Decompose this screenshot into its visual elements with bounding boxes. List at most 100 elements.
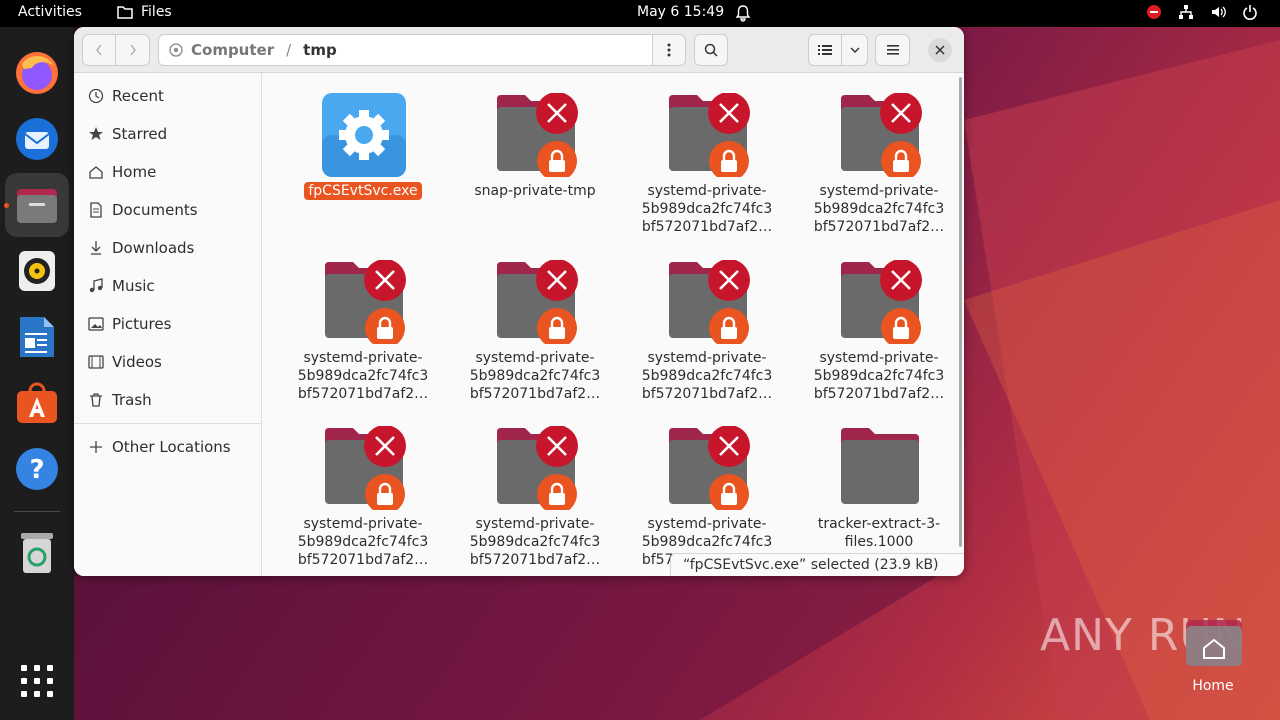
clock[interactable]: May 6 15:49 — [637, 4, 724, 20]
desktop-home-item[interactable]: Home — [1180, 618, 1246, 694]
files-window: Computer / tmp Recent Starred Home Docum… — [74, 27, 964, 576]
trash-icon — [88, 392, 104, 408]
chevron-left-icon — [96, 44, 102, 56]
file-item[interactable]: systemd-private-5b989dca2fc74fc3bf572071… — [283, 240, 443, 402]
view-options-button[interactable] — [841, 34, 868, 66]
thunderbird-launcher[interactable] — [5, 107, 69, 171]
file-item[interactable]: tracker-extract-3- files.1000 — [799, 406, 959, 566]
file-item[interactable]: systemd-private-5b989dca2fc74fc3bf572071… — [283, 406, 443, 568]
file-grid: fpCSEvtSvc.exe snap-private-tmp systemd-pr… — [263, 73, 964, 576]
files-launcher[interactable] — [5, 173, 69, 237]
locked-folder-icon — [669, 260, 750, 344]
libreoffice-writer-icon — [20, 317, 54, 357]
sidebar-item-recent[interactable]: Recent — [74, 79, 262, 113]
file-item[interactable]: systemd-private-5b989dca2fc74fc3bf572071… — [799, 240, 959, 402]
file-name-line: systemd-private- — [475, 516, 595, 532]
sidebar-item-label: Documents — [112, 201, 198, 219]
file-item[interactable]: systemd-private-5b989dca2fc74fc3bf572071… — [627, 73, 787, 235]
list-view-button[interactable] — [808, 34, 842, 66]
sidebar-item-videos[interactable]: Videos — [74, 345, 262, 379]
files-icon — [17, 189, 57, 223]
file-name: fpCSEvtSvc.exe — [283, 182, 443, 200]
breadcrumb-tmp[interactable]: tmp — [303, 41, 337, 59]
file-name-line: systemd-private- — [475, 350, 595, 366]
file-name-line: bf572071bd7af2… — [469, 386, 601, 402]
forward-button[interactable] — [115, 34, 150, 66]
file-item[interactable]: systemd-private-5b989dca2fc74fc3bf572071… — [455, 406, 615, 569]
header-bar: Computer / tmp — [74, 27, 964, 73]
close-button[interactable] — [928, 38, 952, 62]
help-launcher[interactable]: ? — [5, 437, 69, 501]
sidebar-item-music[interactable]: Music — [74, 269, 262, 303]
app-name: Files — [141, 4, 172, 20]
sidebar-item-downloads[interactable]: Downloads — [74, 231, 262, 265]
running-indicator — [4, 203, 9, 208]
sidebar-separator — [74, 423, 262, 424]
file-item[interactable]: systemd-private-5b989dca2fc74fc3bf572071… — [799, 73, 959, 236]
file-item[interactable]: snap-private-tmp — [455, 73, 615, 233]
back-button[interactable] — [82, 34, 116, 66]
clock-icon — [88, 88, 104, 104]
document-icon — [88, 202, 104, 218]
volume-icon — [1212, 6, 1226, 18]
svg-text:?: ? — [29, 455, 44, 485]
file-name-line: files.1000 — [844, 534, 914, 550]
file-name-line: 5b989dca2fc74fc3 — [641, 534, 773, 550]
locked-folder-icon — [497, 260, 578, 344]
file-name-line: 5b989dca2fc74fc3 — [297, 534, 429, 550]
app-menu[interactable]: Files — [117, 4, 172, 20]
bell-icon[interactable] — [735, 4, 751, 22]
sidebar-item-documents[interactable]: Documents — [74, 193, 262, 227]
music-icon — [88, 278, 104, 294]
list-view-icon — [818, 45, 832, 55]
file-name-line: 5b989dca2fc74fc3 — [641, 201, 773, 217]
scrollbar[interactable] — [959, 77, 962, 547]
sidebar-item-starred[interactable]: Starred — [74, 117, 262, 151]
file-name-line: bf572071bd7af2… — [469, 552, 601, 568]
breadcrumb-computer[interactable]: Computer — [191, 41, 274, 59]
main-menu-button[interactable] — [875, 34, 910, 66]
do-not-disturb-icon — [1147, 5, 1161, 19]
locked-folder-icon — [841, 260, 922, 344]
show-apps-button[interactable] — [5, 649, 69, 713]
file-name: systemd-private- 5b989dca2fc74fc3 bf572071… — [627, 349, 787, 403]
sidebar-item-trash[interactable]: Trash — [74, 383, 262, 417]
file-name-line: systemd-private- — [819, 183, 939, 199]
file-name: systemd-private- 5b989dca2fc74fc3 bf572071… — [455, 515, 615, 569]
file-name: systemd-private- 5b989dca2fc74fc3 bf572071… — [799, 182, 959, 236]
sidebar-item-label: Music — [112, 277, 155, 295]
sidebar-item-label: Recent — [112, 87, 164, 105]
sidebar-item-pictures[interactable]: Pictures — [74, 307, 262, 341]
trash-launcher[interactable] — [5, 521, 69, 585]
sidebar-item-other-locations[interactable]: Other Locations — [74, 430, 262, 464]
writer-launcher[interactable] — [5, 305, 69, 369]
file-item[interactable]: fpCSEvtSvc.exe — [283, 73, 443, 233]
file-item[interactable]: systemd-private- 5b989dca2fc74fc3 bf572071… — [455, 240, 615, 403]
file-name-line: snap-private-tmp — [474, 183, 596, 199]
file-name-line: 5b989dca2fc74fc3 — [813, 368, 945, 384]
firefox-launcher[interactable] — [5, 41, 69, 105]
power-icon — [1243, 5, 1257, 20]
locked-folder-icon — [325, 260, 406, 344]
firefox-icon — [16, 52, 58, 94]
activities-button[interactable]: Activities — [18, 4, 82, 20]
picture-icon — [88, 316, 104, 332]
rhythmbox-launcher[interactable] — [5, 239, 69, 303]
file-item[interactable]: systemd-private-5b989dca2fc74fc3bf572071… — [627, 240, 787, 403]
system-tray[interactable] — [1146, 4, 1258, 20]
search-button[interactable] — [694, 34, 728, 66]
locked-folder-icon — [841, 93, 922, 177]
file-name-line: systemd-private- — [303, 350, 423, 366]
file-item[interactable]: systemd-private-5b989dca2fc74fc3bf572071… — [627, 406, 787, 568]
file-name-line: fpCSEvtSvc.exe — [304, 182, 422, 200]
path-bar[interactable]: Computer / tmp — [158, 34, 653, 66]
path-menu-button[interactable] — [652, 34, 686, 66]
network-icon — [1179, 5, 1193, 19]
file-name: systemd-private- 5b989dca2fc74fc3 bf572071… — [455, 349, 615, 403]
chevron-down-icon — [850, 47, 859, 53]
locked-folder-icon — [669, 93, 750, 177]
file-name-line: 5b989dca2fc74fc3 — [469, 368, 601, 384]
sidebar-item-home[interactable]: Home — [74, 155, 262, 189]
file-name-line: bf572071bd7af2… — [813, 219, 945, 235]
app-center-launcher[interactable] — [5, 371, 69, 435]
